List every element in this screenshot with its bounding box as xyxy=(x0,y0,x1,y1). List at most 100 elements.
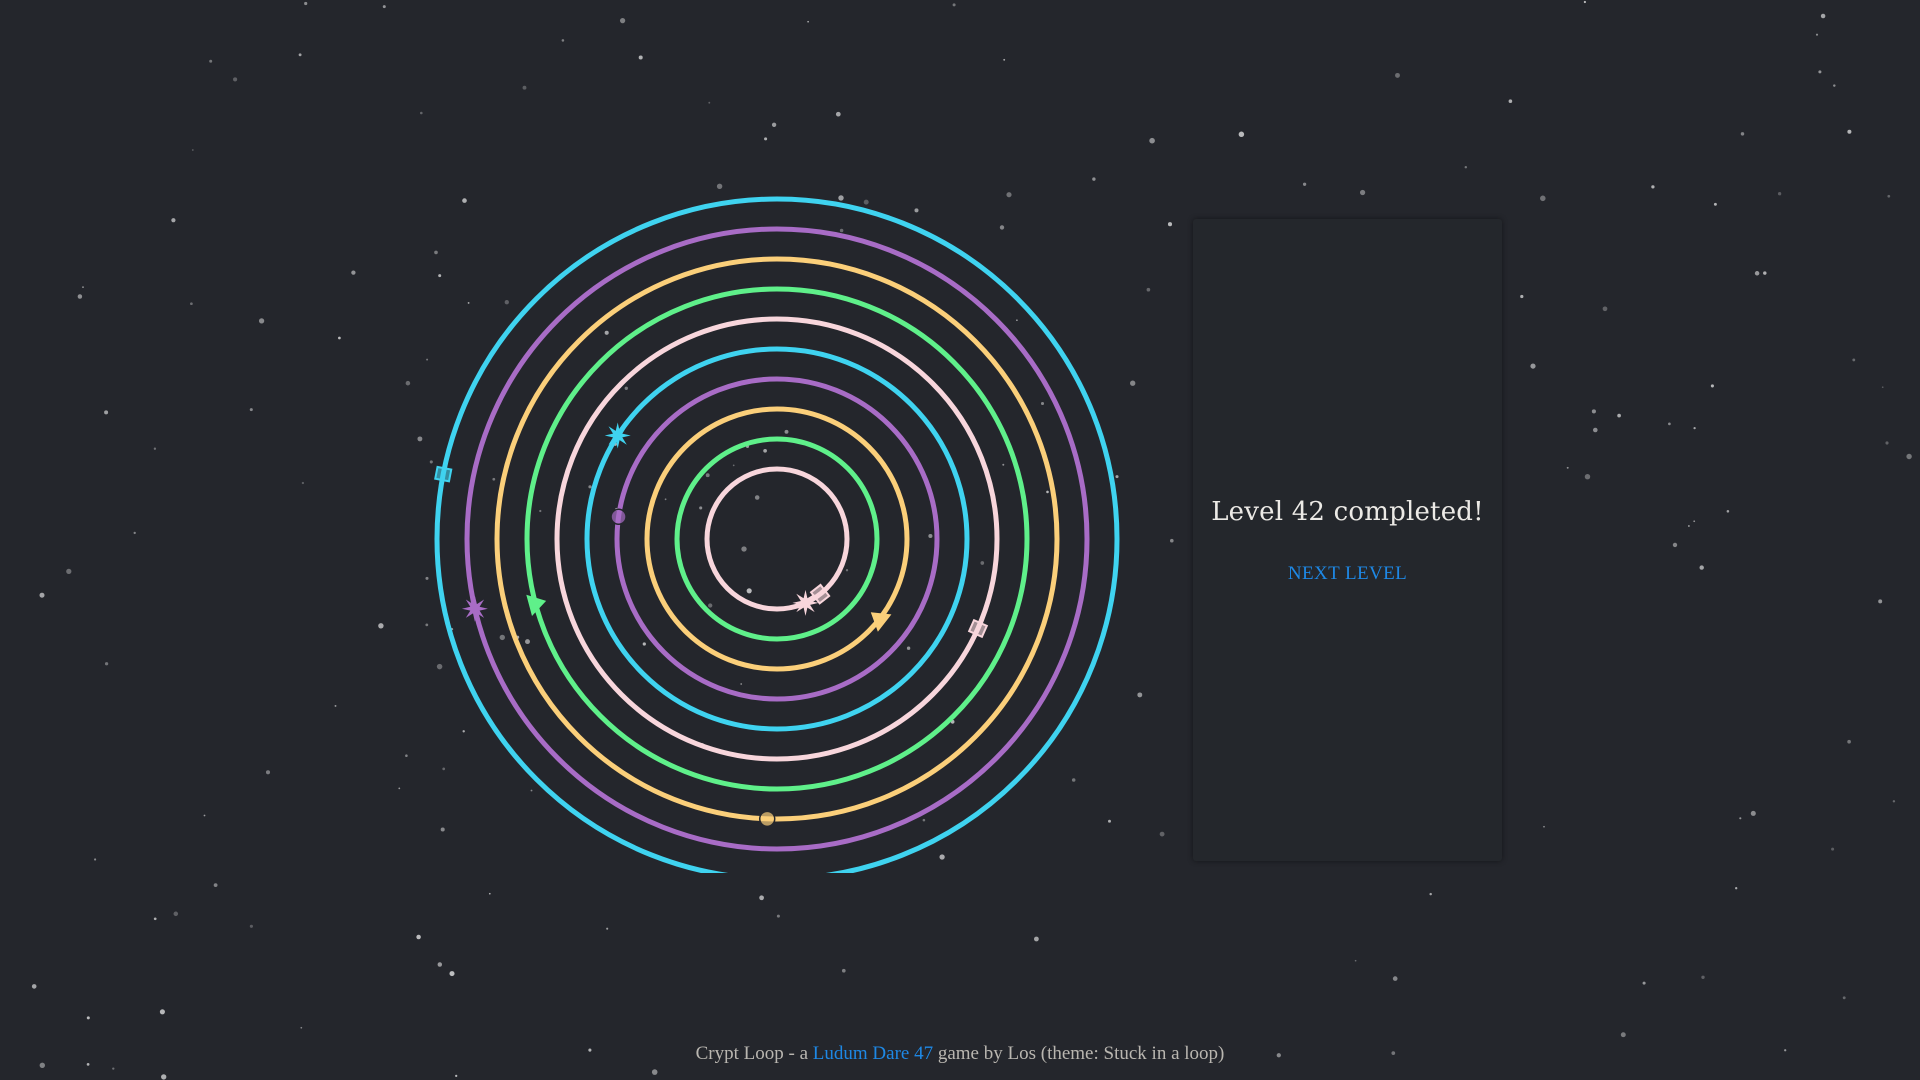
star-dot xyxy=(708,101,711,104)
star-dot xyxy=(405,380,411,386)
star-dot xyxy=(82,286,84,288)
star-dot xyxy=(1543,825,1545,828)
star-dot xyxy=(1651,185,1655,189)
ring-8[interactable] xyxy=(644,406,910,672)
star-dot xyxy=(841,968,846,973)
star-dot xyxy=(298,53,302,57)
star-dot xyxy=(1602,306,1608,312)
star-dot xyxy=(209,59,213,63)
star-dot xyxy=(1754,271,1760,276)
star-dot xyxy=(771,122,777,127)
footer-suffix: game by Los (theme: Stuck in a loop) xyxy=(933,1043,1225,1064)
ring-10[interactable] xyxy=(704,466,850,612)
star-dot xyxy=(1583,0,1587,4)
star-dot xyxy=(1693,426,1696,430)
next-level-button[interactable]: NEXT LEVEL xyxy=(1193,563,1502,585)
star-dot xyxy=(1591,409,1596,414)
star-dot xyxy=(77,294,83,299)
star-dot xyxy=(1593,427,1598,433)
star-dot xyxy=(1642,981,1646,985)
star-dot xyxy=(1906,453,1912,460)
star-dot xyxy=(619,17,626,24)
loop-rings-board[interactable] xyxy=(421,173,1121,873)
star-dot xyxy=(398,787,401,790)
star-dot xyxy=(159,1009,165,1015)
star-dot xyxy=(351,270,356,275)
star-dot xyxy=(104,662,109,666)
star-dot xyxy=(1530,363,1536,369)
star-dot xyxy=(190,302,193,306)
footer-prefix: Crypt Loop - a xyxy=(695,1043,813,1064)
ludum-dare-link[interactable]: Ludum Dare 47 xyxy=(813,1043,933,1064)
star-dot xyxy=(153,917,157,921)
yellow-circle-token-icon[interactable] xyxy=(758,810,776,828)
star-dot xyxy=(39,592,45,598)
ring-2[interactable] xyxy=(464,226,1090,852)
star-dot xyxy=(153,447,157,450)
star-dot xyxy=(203,814,206,817)
star-dot xyxy=(1584,473,1591,480)
star-dot xyxy=(1354,959,1357,962)
star-dot xyxy=(86,1016,90,1020)
star-dot xyxy=(334,704,337,707)
star-dot xyxy=(1847,739,1851,744)
ring-5[interactable] xyxy=(554,316,1000,762)
star-dot xyxy=(1739,817,1742,820)
star-dot xyxy=(1881,386,1884,389)
star-dot xyxy=(1763,271,1767,275)
star-dot xyxy=(1130,380,1136,386)
star-dot xyxy=(133,531,136,535)
star-dot xyxy=(1820,13,1826,19)
footer-credits: Crypt Loop - a Ludum Dare 47 game by Los… xyxy=(0,1043,1920,1065)
star-dot xyxy=(66,568,72,575)
ring-7[interactable] xyxy=(614,376,940,702)
star-dot xyxy=(1710,384,1714,388)
star-dot xyxy=(952,3,956,7)
star-dot xyxy=(759,895,764,901)
star-dot xyxy=(258,318,265,324)
ring-1[interactable] xyxy=(434,196,1120,873)
star-dot xyxy=(1395,72,1400,78)
star-dot xyxy=(1672,542,1678,548)
star-dot xyxy=(233,77,238,82)
star-dot xyxy=(338,336,341,340)
star-dot xyxy=(1693,520,1696,523)
star-dot xyxy=(213,883,218,887)
ring-6[interactable] xyxy=(584,346,970,732)
level-complete-title: Level 42 completed! xyxy=(1211,497,1484,527)
star-dot xyxy=(1302,182,1307,186)
star-dot xyxy=(1137,692,1143,698)
star-dot xyxy=(300,1026,303,1029)
star-dot xyxy=(405,754,408,757)
star-dot xyxy=(104,410,109,415)
star-dot xyxy=(776,914,780,918)
star-dot xyxy=(378,623,384,629)
star-dot xyxy=(173,911,179,917)
star-dot xyxy=(1831,847,1835,851)
star-dot xyxy=(1238,131,1245,138)
star-dot xyxy=(606,927,609,930)
star-dot xyxy=(382,5,386,9)
star-dot xyxy=(1852,358,1856,362)
star-dot xyxy=(835,111,841,117)
ring-4[interactable] xyxy=(524,286,1030,792)
star-dot xyxy=(638,55,643,60)
purple-circle-token-icon[interactable] xyxy=(610,508,627,525)
star-dot xyxy=(1699,565,1704,570)
star-dot xyxy=(1146,287,1151,292)
star-dot xyxy=(1887,194,1891,198)
star-dot xyxy=(1701,975,1705,979)
cyan-square-token-icon[interactable] xyxy=(434,465,453,483)
star-dot xyxy=(1003,58,1006,61)
star-dot xyxy=(161,1074,167,1080)
star-dot xyxy=(1566,466,1569,469)
purple-star-token-icon[interactable] xyxy=(461,595,488,622)
game-stage: Level 42 completed! NEXT LEVEL Crypt Loo… xyxy=(0,0,1920,1080)
star-dot xyxy=(1392,976,1398,981)
star-dot xyxy=(420,111,423,115)
pink-square-token-icon[interactable] xyxy=(967,618,989,639)
star-dot xyxy=(1170,538,1174,543)
star-dot xyxy=(1540,195,1546,202)
star-dot xyxy=(1842,996,1846,1000)
ring-3[interactable] xyxy=(494,256,1060,822)
